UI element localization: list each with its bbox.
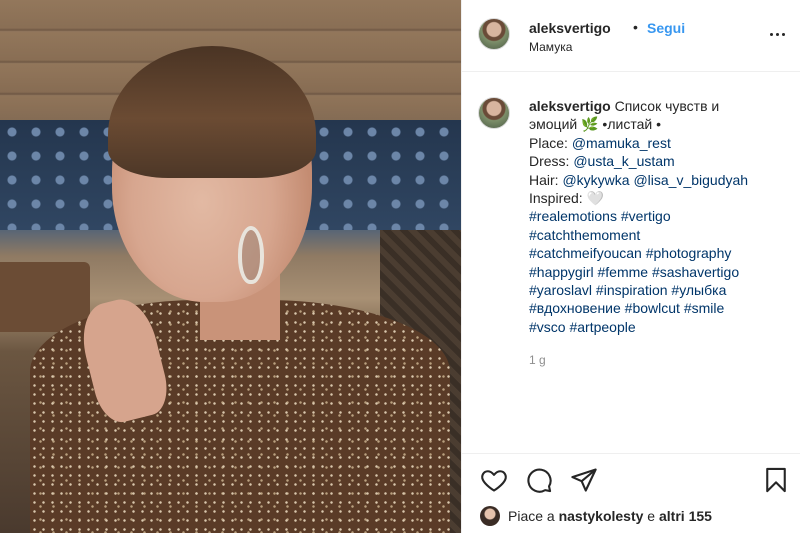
hashtag-line: #catchthemoment <box>529 226 789 244</box>
photo-earring <box>238 226 264 284</box>
caption-line-1: aleksvertigo Список чувств и <box>529 98 720 114</box>
post-timestamp[interactable]: 1 g <box>529 353 546 367</box>
heart-icon[interactable] <box>480 466 508 494</box>
mention-link[interactable]: @lisa_v_bigudyah <box>633 172 748 188</box>
hashtag-link[interactable]: #catchthemoment <box>529 227 640 243</box>
mention-link[interactable]: @usta_k_ustam <box>573 153 674 169</box>
instagram-post: aleksvertigo • Segui Мамука aleksvertigo… <box>0 0 800 533</box>
hashtag-link[interactable]: #вдохновение #bowlcut #smile <box>529 300 724 316</box>
liker-avatar[interactable] <box>480 506 500 526</box>
post-side-panel: aleksvertigo • Segui Мамука aleksvertigo… <box>461 0 800 533</box>
comment-icon[interactable] <box>525 466 553 494</box>
header-separator: • <box>633 19 638 35</box>
follow-button[interactable]: Segui <box>647 20 685 36</box>
mention-link[interactable]: @kykywka <box>562 172 629 188</box>
post-caption: aleksvertigo Список чувств и эмоций 🌿 •л… <box>462 73 800 453</box>
hashtag-link[interactable]: #yaroslavl #inspiration #улыбка <box>529 282 726 298</box>
hashtag-line: #vsco #artpeople <box>529 318 789 336</box>
mention-link[interactable]: @mamuka_rest <box>572 135 671 151</box>
hashtag-line: #realemotions #vertigo <box>529 207 789 225</box>
hashtag-line: #вдохновение #bowlcut #smile <box>529 299 789 317</box>
caption-text: aleksvertigo Список чувств и эмоций 🌿 •л… <box>529 97 789 336</box>
post-location[interactable]: Мамука <box>529 40 572 54</box>
bookmark-icon[interactable] <box>762 466 790 494</box>
likes-summary: Piace a nastykolesty e altri 155 <box>462 505 800 533</box>
likes-text: Piace a nastykolesty e altri 155 <box>508 508 712 524</box>
author-username[interactable]: aleksvertigo <box>529 20 611 36</box>
hashtag-line: #yaroslavl #inspiration #улыбка <box>529 281 789 299</box>
author-avatar[interactable] <box>478 18 510 50</box>
caption-line-2: эмоций 🌿 •листай • <box>529 116 661 133</box>
hashtag-link[interactable]: #realemotions #vertigo <box>529 208 671 224</box>
paper-plane-icon[interactable] <box>570 466 598 494</box>
caption-hair: Hair: @kykywka @lisa_v_bigudyah <box>529 171 749 188</box>
action-bar <box>462 453 800 505</box>
post-photo[interactable] <box>0 0 461 533</box>
hashtag-line: #catchmeifyoucan #photography <box>529 244 789 262</box>
post-header: aleksvertigo • Segui Мамука <box>462 0 800 72</box>
caption-dress: Dress: @usta_k_ustam <box>529 153 675 170</box>
caption-avatar[interactable] <box>478 97 510 129</box>
caption-inspired: Inspired: 🤍 <box>529 190 605 207</box>
caption-username[interactable]: aleksvertigo <box>529 98 611 114</box>
more-options-icon[interactable] <box>768 24 788 44</box>
caption-place: Place: @mamuka_rest <box>529 134 671 151</box>
hashtag-link[interactable]: #catchmeifyoucan #photography <box>529 245 731 261</box>
likes-others-link[interactable]: altri 155 <box>659 508 712 524</box>
hashtag-link[interactable]: #happygirl #femme #sashavertigo <box>529 264 739 280</box>
liker-username[interactable]: nastykolesty <box>559 508 644 524</box>
hashtag-line: #happygirl #femme #sashavertigo <box>529 263 789 281</box>
hashtag-link[interactable]: #vsco #artpeople <box>529 319 636 335</box>
